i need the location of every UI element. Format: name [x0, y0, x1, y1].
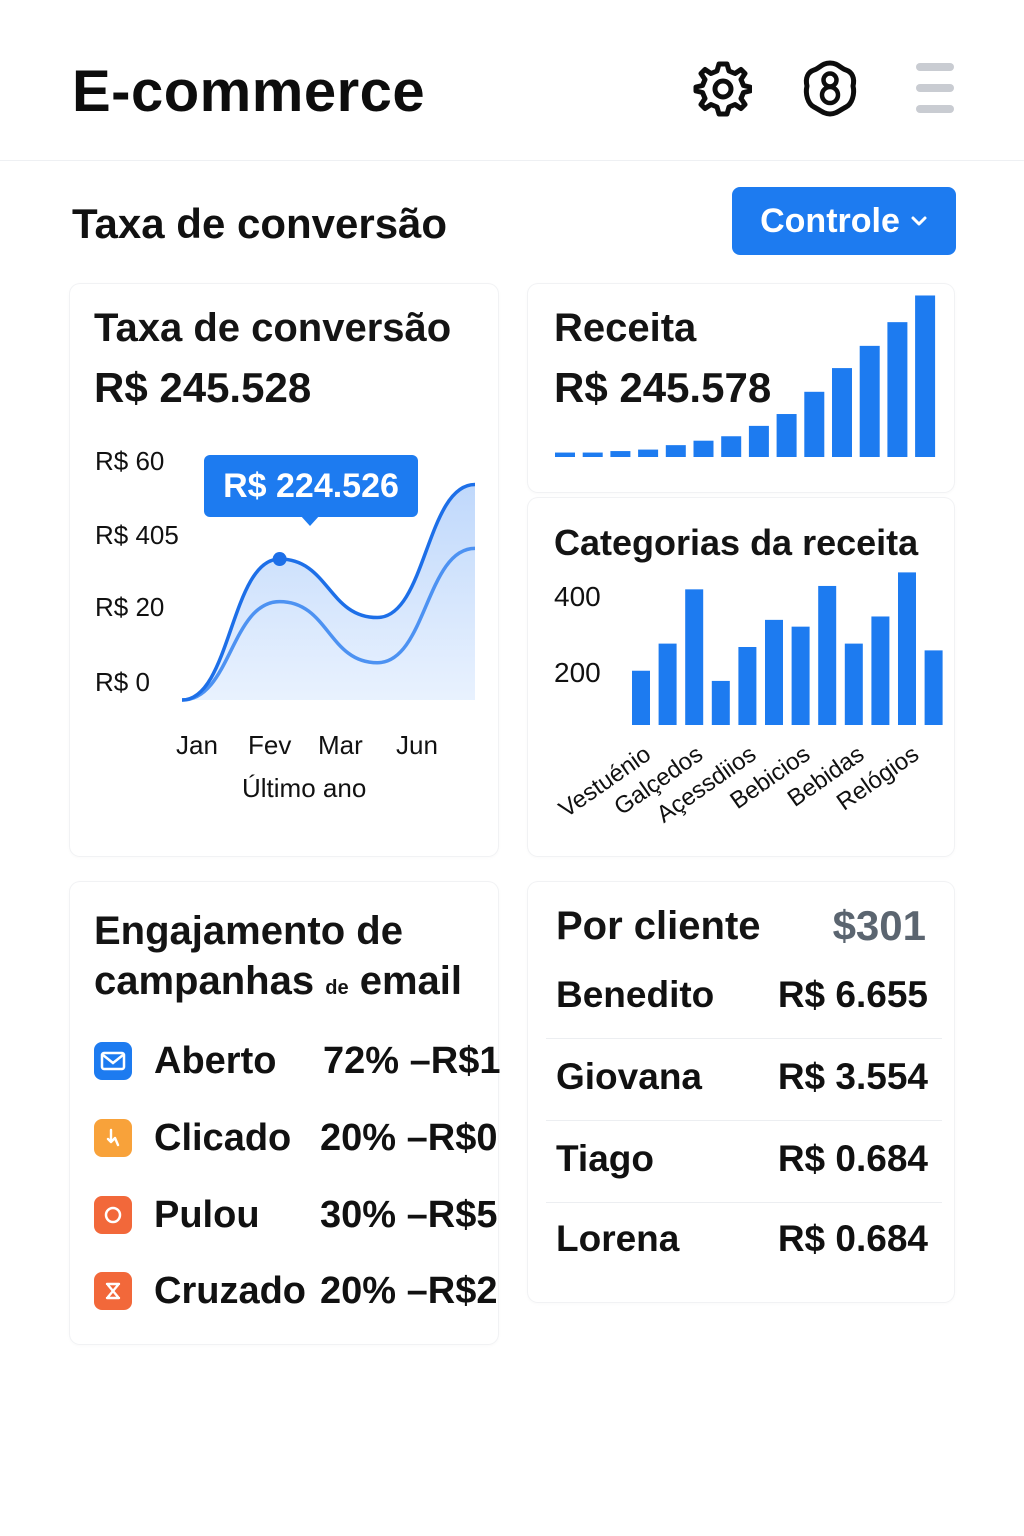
email-row-value: 20% –R$0	[320, 1117, 498, 1159]
revenue-bar	[693, 440, 714, 457]
revenue-card: Receita R$ 245.578	[528, 284, 954, 492]
customer-name: Lorena	[556, 1218, 680, 1259]
email-title-line2: campanhas de email	[94, 959, 462, 1003]
menu-icon[interactable]	[906, 58, 966, 118]
controle-dropdown-button[interactable]: Controle	[732, 187, 956, 255]
gear-icon[interactable]	[692, 58, 753, 118]
revenue-bar	[582, 452, 603, 457]
categories-card: Categorias da receita 400 200 Vestuénio …	[528, 498, 954, 856]
x-tick-label: Jun	[396, 730, 438, 760]
chart-tooltip: R$ 224.526	[204, 455, 418, 517]
customer-row[interactable]: Lorena R$ 0.684	[546, 1202, 942, 1282]
email-row-value: 20% –R$2	[320, 1270, 498, 1312]
revenue-bar	[776, 414, 797, 457]
revenue-bar	[748, 425, 769, 457]
category-bar	[685, 589, 704, 725]
email-row-label: Clicado	[154, 1117, 292, 1159]
customer-name: Tiago	[556, 1138, 654, 1179]
category-bar	[738, 647, 757, 725]
x-tick-label: Fev	[248, 730, 292, 760]
revenue-bar-chart	[555, 295, 936, 457]
email-row-pulou: Pulou 30% –R$5	[94, 1190, 504, 1240]
tooltip-value: R$ 224.526	[223, 466, 399, 505]
category-bar	[765, 619, 783, 725]
x-tick-label: Jan	[176, 730, 218, 760]
revenue-bar	[638, 449, 659, 457]
customer-amount: R$ 6.655	[777, 974, 928, 1015]
email-row-label: Aberto	[154, 1040, 277, 1082]
x-tick-label: Mar	[318, 730, 363, 760]
category-bar	[871, 616, 890, 725]
category-bar	[924, 650, 943, 725]
customer-row[interactable]: Tiago R$ 0.684	[546, 1122, 942, 1203]
customer-name: Giovana	[556, 1056, 702, 1097]
email-row-clicado: Clicado 20% –R$0	[94, 1113, 504, 1163]
customer-amount: R$ 0.684	[777, 1138, 928, 1179]
customer-row[interactable]: Giovana R$ 3.554	[546, 1040, 942, 1121]
highlight-point	[272, 552, 287, 567]
email-title-line1: Engajamento de	[94, 909, 403, 953]
bounce-icon	[94, 1196, 132, 1234]
category-bar	[658, 643, 677, 725]
email-title: Engajamento de campanhas de email	[94, 906, 462, 1013]
revenue-bar	[832, 368, 852, 457]
revenue-bar	[804, 391, 825, 457]
customer-title: Por cliente	[556, 904, 761, 948]
controle-label: Controle	[760, 201, 900, 240]
email-row-value: 72% –R$1	[323, 1040, 501, 1082]
category-bar	[632, 670, 650, 725]
email-row-label: Cruzado	[154, 1270, 306, 1312]
conversion-area-chart	[181, 482, 476, 702]
revenue-bar	[859, 345, 880, 457]
conversion-card: Taxa de conversão R$ 245.528 R$ 60 R$ 40…	[70, 284, 498, 856]
email-row-label: Pulou	[154, 1194, 260, 1236]
category-bar	[844, 643, 863, 725]
category-bar	[898, 572, 916, 725]
category-bar	[711, 680, 730, 725]
customer-row[interactable]: Benedito R$ 6.655	[546, 958, 942, 1039]
x-axis-label: Último ano	[242, 773, 367, 803]
email-row-aberto: Aberto 72% –R$1	[94, 1036, 504, 1086]
category-bar	[791, 626, 810, 725]
revenue-bar	[721, 436, 742, 457]
click-icon	[94, 1119, 132, 1157]
customer-amount: R$ 3.554	[777, 1056, 928, 1097]
customer-amount: R$ 0.684	[777, 1218, 928, 1259]
section-title: Taxa de conversão	[72, 200, 448, 247]
app-title: E-commerce	[72, 59, 426, 124]
customer-name: Benedito	[556, 974, 715, 1015]
revenue-bar	[665, 445, 686, 457]
category-bar	[818, 585, 837, 725]
email-row-value: 30% –R$5	[320, 1194, 498, 1236]
chevron-down-icon	[911, 216, 927, 226]
email-row-cruzado: Cruzado 20% –R$2	[94, 1266, 504, 1316]
app-header: E-commerce	[0, 0, 1024, 161]
revenue-bar	[555, 452, 575, 457]
revenue-bar	[887, 322, 908, 457]
tooltip-pointer	[300, 515, 320, 526]
revenue-bar	[915, 295, 936, 457]
revenue-bar	[610, 451, 631, 457]
envelope-icon	[94, 1042, 132, 1080]
customer-total: $301	[832, 902, 926, 949]
badge-icon[interactable]	[800, 58, 860, 118]
cross-icon	[94, 1272, 132, 1310]
